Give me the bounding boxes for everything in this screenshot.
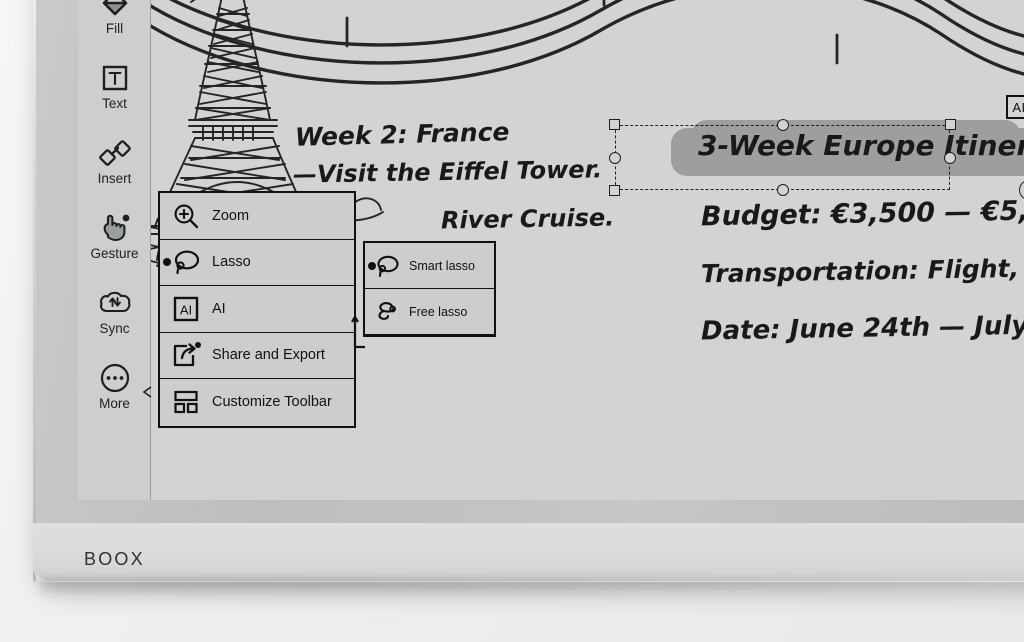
submenu-label-smart-lasso: Smart lasso bbox=[409, 259, 494, 273]
share-export-icon bbox=[160, 341, 212, 369]
toolbar-item-gesture[interactable]: Gesture bbox=[78, 211, 151, 261]
tablet-screen: 1st Century AD Anton Week 2: France —Vis… bbox=[78, 0, 1024, 500]
submenu-item-smart-lasso[interactable]: Smart lasso bbox=[365, 243, 494, 289]
selection-handle-top-center[interactable] bbox=[777, 119, 789, 131]
more-icon bbox=[78, 361, 151, 395]
selection-handle-top-left[interactable] bbox=[609, 119, 620, 130]
toolbar-label-insert: Insert bbox=[78, 172, 151, 186]
selected-indicator-dot bbox=[368, 262, 376, 270]
customize-toolbar-icon bbox=[160, 388, 212, 416]
text-icon bbox=[78, 61, 151, 95]
toolbar-item-text[interactable]: Text bbox=[78, 61, 151, 111]
insert-icon bbox=[78, 136, 151, 170]
menu-label-ai: AI bbox=[212, 301, 354, 317]
menu-item-customize-toolbar[interactable]: Customize Toolbar bbox=[160, 379, 354, 426]
menu-label-lasso: Lasso bbox=[212, 254, 354, 270]
menu-item-share-and-export[interactable]: Share and Export bbox=[160, 333, 354, 380]
ai-icon: AI bbox=[160, 295, 212, 323]
ink-text-week2: Week 2: France bbox=[295, 117, 510, 152]
selection-dashed-border bbox=[615, 125, 950, 190]
lasso-submenu[interactable]: Smart lasso Free lasso bbox=[363, 241, 496, 337]
submenu-item-free-lasso[interactable]: Free lasso bbox=[365, 289, 494, 335]
left-toolbar[interactable]: Shape Fill bbox=[78, 0, 151, 500]
submenu-label-free-lasso: Free lasso bbox=[409, 305, 494, 319]
device-drop-shadow bbox=[40, 578, 1024, 598]
menu-label-share-and-export: Share and Export bbox=[212, 347, 354, 363]
ink-text-eiffel: —Visit the Eiffel Tower. bbox=[293, 155, 603, 188]
ink-text-cruise: River Cruise. bbox=[441, 203, 615, 234]
svg-text:AI: AI bbox=[180, 302, 192, 317]
zoom-in-icon bbox=[160, 202, 212, 230]
selection-handle-bottom-left[interactable] bbox=[609, 185, 620, 196]
toolbar-item-more[interactable]: More bbox=[78, 361, 151, 411]
selection-handle-right-middle[interactable] bbox=[944, 152, 956, 164]
selection-handle-top-right[interactable] bbox=[945, 119, 956, 130]
toolbar-label-fill: Fill bbox=[78, 22, 151, 36]
menu-item-lasso[interactable]: Lasso bbox=[160, 240, 354, 287]
toolbar-label-text: Text bbox=[78, 97, 151, 111]
free-lasso-icon bbox=[365, 300, 409, 324]
toolbar-item-insert[interactable]: Insert bbox=[78, 136, 151, 186]
more-menu[interactable]: Zoom Lasso AI bbox=[158, 191, 356, 428]
fill-icon bbox=[78, 0, 151, 20]
ai-action-badge[interactable]: AI bbox=[1006, 95, 1024, 119]
menu-item-ai[interactable]: AI AI bbox=[160, 286, 354, 333]
toolbar-label-gesture: Gesture bbox=[78, 247, 151, 261]
selection-handle-bottom-center[interactable] bbox=[777, 184, 789, 196]
menu-pointer-icon bbox=[142, 385, 152, 399]
lasso-selection-box[interactable] bbox=[615, 125, 950, 190]
toolbar-item-fill[interactable]: Fill bbox=[78, 0, 151, 36]
menu-label-customize-toolbar: Customize Toolbar bbox=[212, 394, 354, 410]
menu-item-zoom[interactable]: Zoom bbox=[160, 193, 354, 240]
toolbar-label-more: More bbox=[78, 397, 151, 411]
desk-background: BOOX bbox=[0, 0, 1024, 642]
boox-brand-logo: BOOX bbox=[84, 549, 145, 570]
ink-text-budget: Budget: €3,500 — €5,000 bbox=[701, 195, 1024, 233]
gesture-icon bbox=[78, 211, 151, 245]
menu-label-zoom: Zoom bbox=[212, 208, 354, 224]
selection-handle-left-middle[interactable] bbox=[609, 152, 621, 164]
sync-icon bbox=[78, 286, 151, 320]
toolbar-item-sync[interactable]: Sync bbox=[78, 286, 151, 336]
device-bottom-bezel bbox=[33, 523, 1024, 582]
submenu-connector-arrow-icon bbox=[351, 311, 367, 351]
ink-text-date: Date: June 24th — July 14th bbox=[701, 309, 1024, 346]
toolbar-label-sync: Sync bbox=[78, 322, 151, 336]
